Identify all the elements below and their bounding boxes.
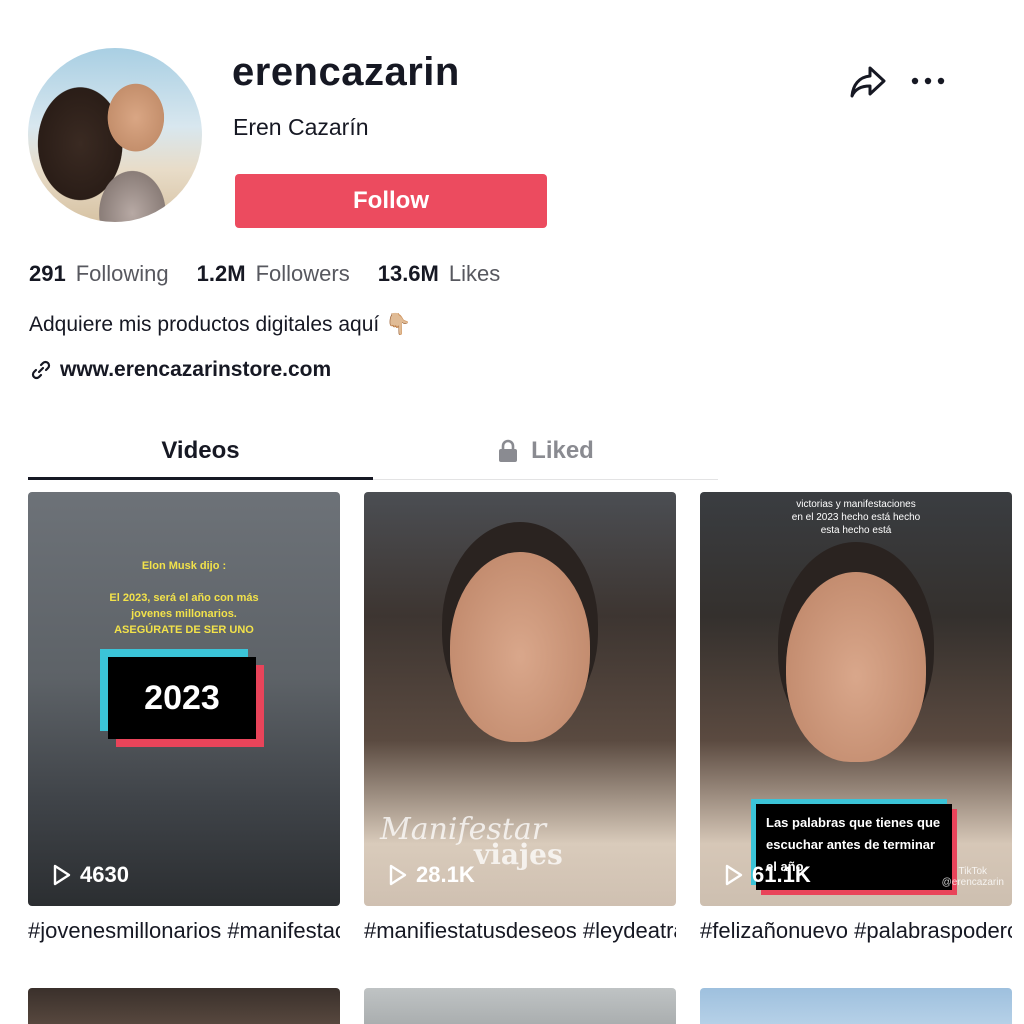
tab-videos[interactable]: Videos — [28, 422, 373, 480]
play-icon — [725, 864, 743, 886]
person-face — [786, 572, 926, 762]
overlay-line: en el 2023 hecho está hecho — [791, 512, 921, 523]
tiktok-logo-text: TikTok — [958, 866, 988, 877]
video-thumbnail[interactable]: Elon Musk dijo : El 2023, será el año co… — [28, 492, 340, 906]
video-caption[interactable]: #felizañonuevo #palabraspoderosas — [700, 918, 1012, 944]
video-caption[interactable]: #manifiestatusdeseos #leydeatraccion — [364, 918, 676, 944]
view-count-value: 61.1K — [752, 862, 811, 887]
overlay-line: victorias y manifestaciones — [796, 499, 916, 510]
stat-value: 291 — [29, 261, 66, 286]
video-caption[interactable]: #jovenesmillonarios #manifestacion — [28, 918, 340, 944]
video-card[interactable]: Manifestar viajes 28.1K #manifiestatusde… — [364, 492, 676, 944]
profile-display-name: Eren Cazarín — [233, 114, 369, 140]
year-badge: 2023 — [108, 657, 256, 739]
stat-followers[interactable]: 1.2M Followers — [197, 261, 350, 287]
view-count-value: 4630 — [80, 862, 129, 887]
play-icon — [53, 864, 71, 886]
video-thumbnail[interactable] — [364, 988, 676, 1024]
person-face — [450, 552, 590, 742]
stat-likes: 13.6M Likes — [378, 261, 501, 287]
play-icon — [389, 864, 407, 886]
stat-label: Followers — [255, 261, 350, 286]
stat-label: Likes — [448, 261, 501, 286]
view-count: 4630 — [52, 862, 129, 888]
overlay-line: ASEGÚRATE DE SER UNO — [114, 624, 254, 636]
active-tab-indicator — [28, 477, 373, 480]
link-icon — [31, 360, 51, 380]
tab-label: Videos — [161, 437, 240, 464]
view-count: 61.1K — [724, 862, 811, 888]
profile-link-text: www.erencazarinstore.com — [60, 358, 332, 381]
profile-bio: Adquiere mis productos digitales aquí 👇🏼 — [29, 313, 412, 336]
follow-button[interactable]: Follow — [235, 174, 547, 228]
profile-tabs: Videos Liked — [28, 422, 718, 480]
stat-label: Following — [75, 261, 169, 286]
profile-stats: 291 Following 1.2M Followers 13.6M Likes — [29, 261, 528, 287]
overlay-line: El 2023, será el año con más — [109, 592, 259, 604]
overlay-watermark: viajes — [474, 838, 563, 871]
video-card[interactable]: victorias y manifestaciones en el 2023 h… — [700, 492, 1012, 944]
video-card[interactable]: Elon Musk dijo : El 2023, será el año co… — [28, 492, 340, 944]
video-thumbnail[interactable] — [700, 988, 1012, 1024]
profile-avatar[interactable] — [28, 48, 202, 222]
stat-following[interactable]: 291 Following — [29, 261, 169, 287]
video-thumbnail[interactable]: victorias y manifestaciones en el 2023 h… — [700, 492, 1012, 906]
stat-value: 1.2M — [196, 261, 246, 286]
share-icon[interactable] — [849, 64, 887, 100]
view-count: 28.1K — [388, 862, 475, 888]
tiktok-handle: @erencazarin — [941, 877, 1004, 888]
tab-liked[interactable]: Liked — [373, 422, 718, 480]
lock-icon — [499, 439, 518, 462]
overlay-line: esta hecho está — [820, 525, 892, 536]
view-count-value: 28.1K — [416, 862, 475, 887]
tab-label: Liked — [531, 437, 594, 464]
video-thumbnail[interactable]: Manifestar viajes 28.1K — [364, 492, 676, 906]
more-options-icon[interactable] — [910, 70, 946, 92]
video-thumbnail[interactable] — [28, 988, 340, 1024]
overlay-line: jovenes millonarios. — [131, 608, 237, 620]
profile-link[interactable]: www.erencazarinstore.com — [30, 358, 331, 382]
profile-username: erencazarin — [232, 50, 460, 94]
tiktok-watermark: TikTok @erencazarin — [942, 866, 1004, 888]
overlay-title: Elon Musk dijo : — [141, 560, 227, 572]
stat-value: 13.6M — [377, 261, 439, 286]
